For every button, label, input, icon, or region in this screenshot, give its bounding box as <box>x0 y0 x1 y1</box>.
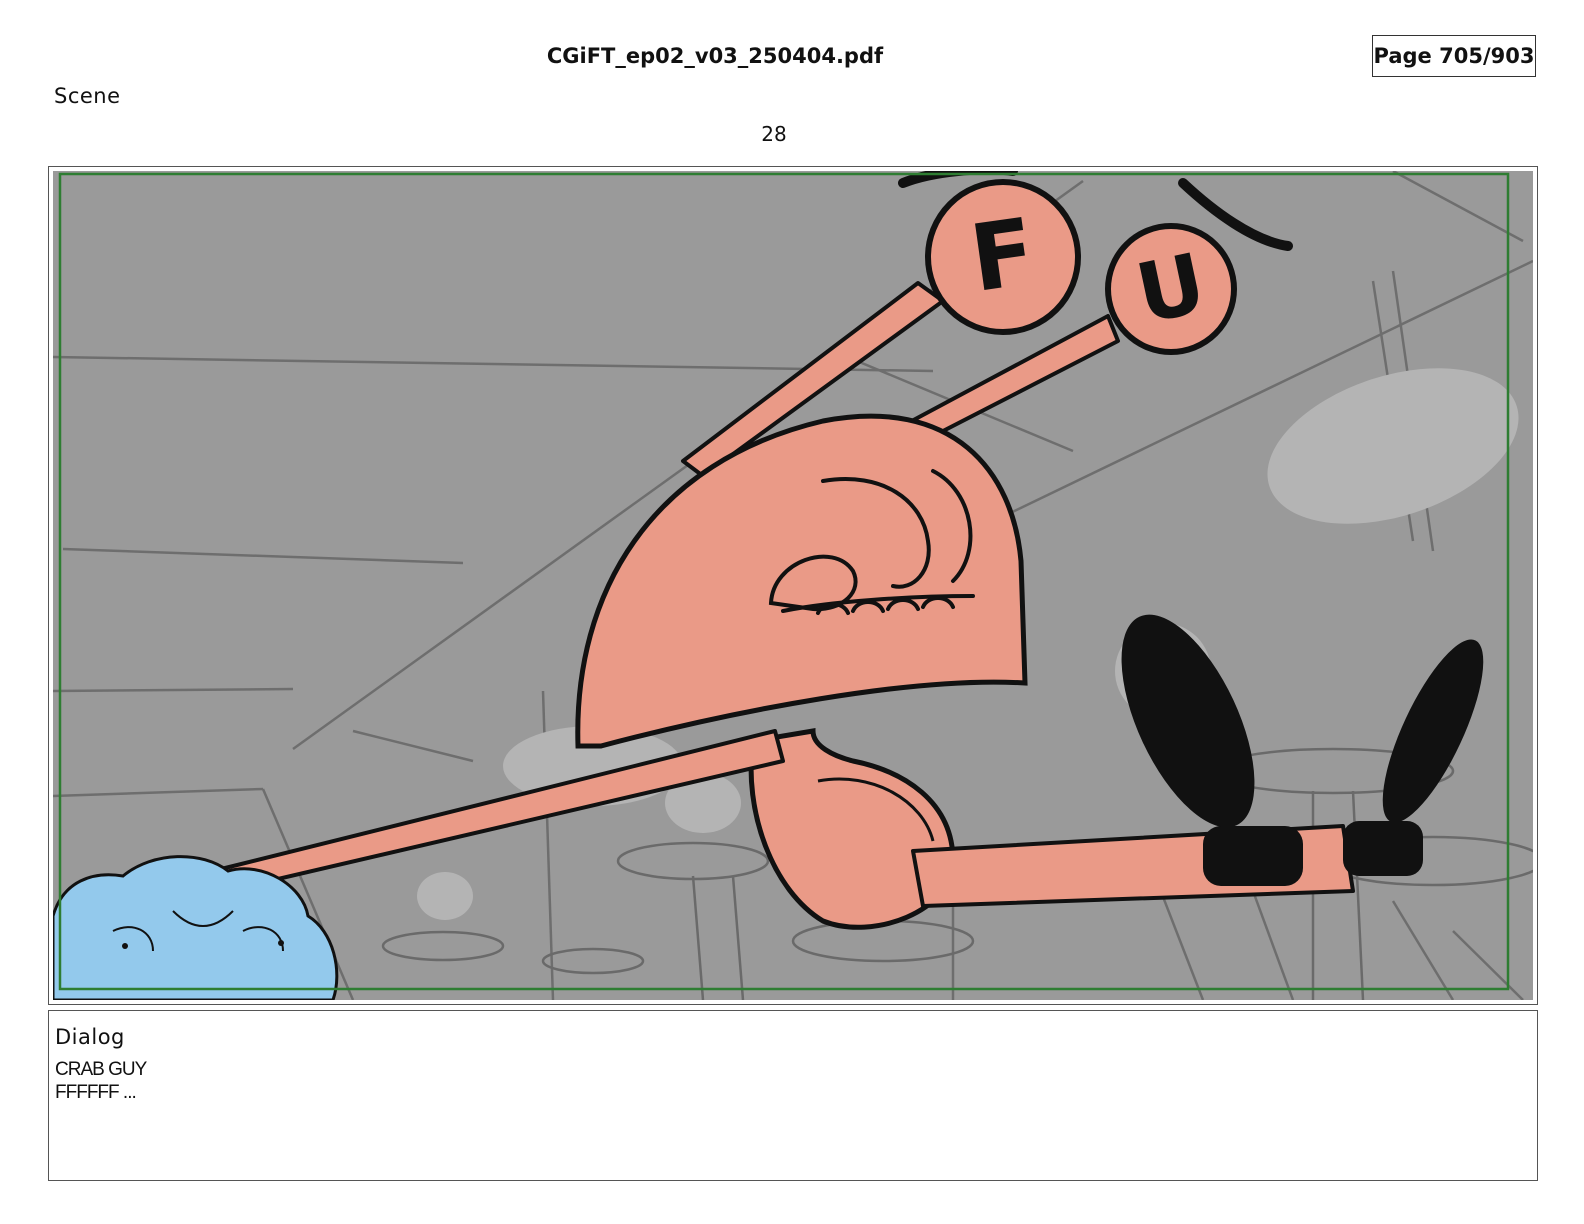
page-indicator: Page 705/903 <box>1372 35 1536 77</box>
dialog-box: Dialog CRAB GUY FFFFFF ... <box>48 1010 1538 1181</box>
dialog-lines: CRAB GUY FFFFFF ... <box>55 1058 147 1104</box>
dialog-text: FFFFFF ... <box>55 1082 137 1103</box>
document-title: CGiFT_ep02_v03_250404.pdf <box>546 44 884 68</box>
panel-artwork: F U <box>53 171 1533 1000</box>
scene-label: Scene <box>54 84 121 108</box>
dialog-character: CRAB GUY <box>55 1059 147 1080</box>
scene-number: 28 <box>761 122 787 146</box>
dialog-label: Dialog <box>55 1025 125 1049</box>
storyboard-panel: F U <box>48 166 1538 1005</box>
